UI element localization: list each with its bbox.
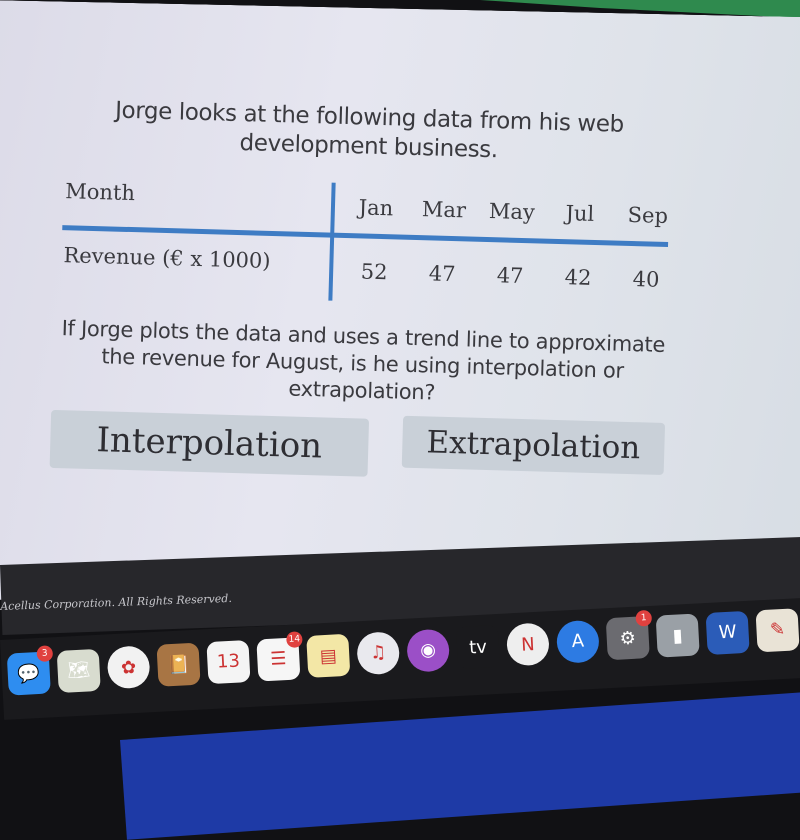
month-cell: Mar	[421, 197, 467, 223]
notification-badge: 3	[36, 645, 54, 663]
row-label-month: Month	[64, 179, 136, 206]
news-icon: N	[520, 633, 536, 656]
calendar-icon: 13	[216, 650, 241, 673]
revenue-cell: 47	[428, 261, 456, 287]
revenue-table: Month Revenue (€ x 1000) Jan Mar May Jul…	[55, 175, 678, 302]
dock-item-messages[interactable]: 💬 3	[6, 645, 54, 696]
dock-item-maps[interactable]: 🗺	[56, 648, 101, 693]
month-cell: May	[488, 199, 536, 225]
script-editor-icon: ✎	[769, 618, 786, 641]
table-vertical-divider	[328, 182, 336, 301]
row-label-revenue: Revenue (€ x 1000)	[63, 243, 271, 273]
revenue-cell: 42	[564, 265, 592, 290]
answer-interpolation-button[interactable]: Interpolation	[49, 409, 370, 477]
dock-item-system-preferences[interactable]: ⚙ 1	[605, 610, 653, 661]
photos-icon: ✿	[120, 656, 137, 679]
month-cell: Sep	[627, 202, 669, 229]
dock-item-podcasts[interactable]: ◉	[406, 628, 451, 673]
podcasts-icon: ◉	[419, 639, 437, 662]
question-panel: Jorge looks at the following data from h…	[49, 95, 680, 497]
dock-item-document[interactable]: ▮	[655, 613, 700, 658]
dock-item-word[interactable]: W	[705, 610, 750, 655]
app-store-icon: A	[571, 630, 585, 653]
notes-icon: ▤	[319, 645, 338, 667]
apple-tv-icon: tv	[468, 636, 488, 659]
revenue-row: 52 47 47 42 40	[340, 259, 681, 292]
dock-item-music[interactable]: ♫	[356, 631, 401, 676]
month-cell: Jul	[565, 201, 595, 226]
revenue-cell: 40	[632, 267, 660, 292]
music-icon: ♫	[369, 642, 387, 665]
dock-item-apple-tv[interactable]: tv	[455, 625, 501, 670]
system-preferences-icon: ⚙	[619, 627, 637, 650]
messages-icon: 💬	[17, 662, 41, 685]
word-icon: W	[718, 621, 738, 644]
dock-item-contacts[interactable]: 📔	[156, 642, 201, 687]
dock-item-script-editor[interactable]: ✎	[755, 607, 800, 652]
revenue-cell: 52	[360, 259, 388, 285]
maps-icon: 🗺	[66, 659, 91, 682]
notification-badge: 14	[285, 630, 303, 648]
dock-item-notes[interactable]: ▤	[306, 633, 351, 679]
dock-item-reminders[interactable]: ☰ 14	[256, 630, 303, 682]
month-row: Jan Mar May Jul Sep	[342, 195, 683, 228]
dock-item-photos[interactable]: ✿	[106, 645, 151, 690]
revenue-cell: 47	[496, 263, 524, 289]
table-horizontal-divider	[62, 225, 669, 248]
document-icon: ▮	[672, 624, 684, 647]
reminders-icon: ☰	[269, 648, 287, 670]
dock-item-app-store[interactable]: A	[555, 619, 600, 664]
question-prompt: If Jorge plots the data and uses a trend…	[61, 316, 666, 405]
month-cell: Jan	[358, 195, 394, 221]
dock-item-calendar[interactable]: 13	[206, 639, 251, 684]
dock-item-news[interactable]: N	[505, 622, 551, 667]
answer-extrapolation-button[interactable]: Extrapolation	[401, 415, 666, 476]
notification-badge: 1	[635, 610, 653, 628]
contacts-icon: 📔	[166, 653, 191, 676]
